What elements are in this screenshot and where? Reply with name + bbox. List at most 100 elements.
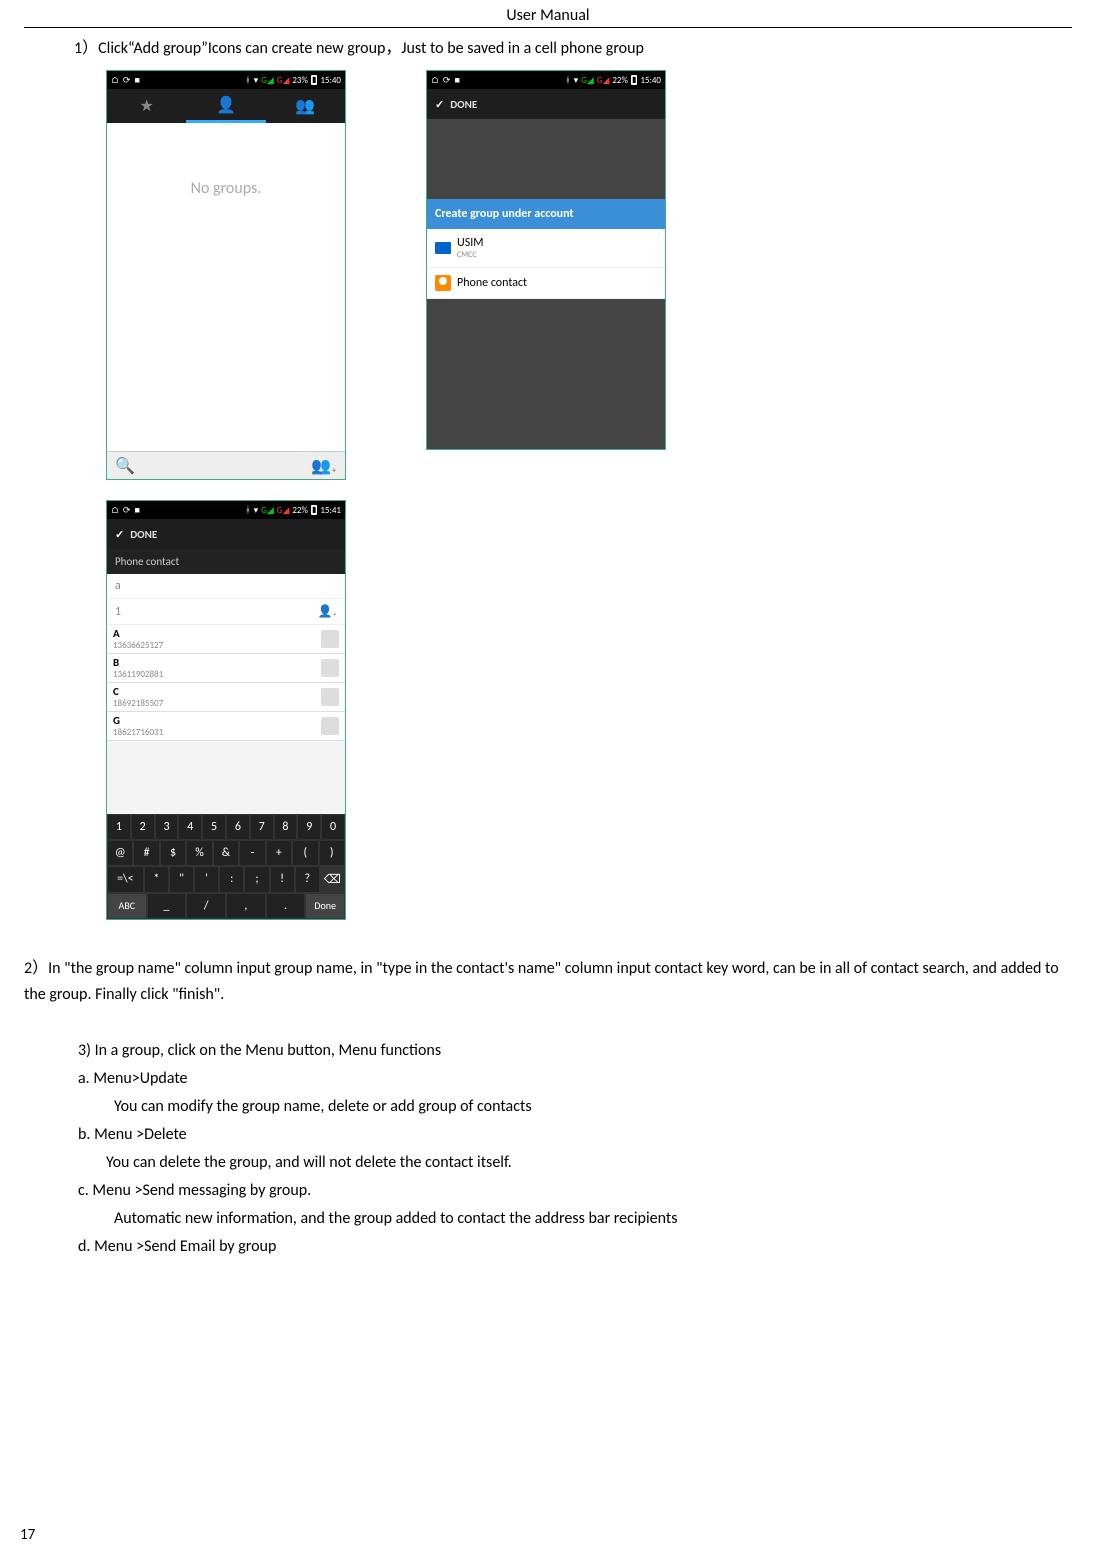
key[interactable]: "	[169, 866, 194, 893]
check-icon[interactable]: ✓	[435, 98, 444, 111]
key[interactable]: ;	[244, 866, 269, 893]
key[interactable]: 8	[274, 814, 298, 840]
key[interactable]: $	[160, 840, 186, 866]
key[interactable]: 1	[107, 814, 131, 840]
signal-icon: G◢	[261, 75, 274, 86]
done-button[interactable]: DONE	[450, 98, 477, 111]
key[interactable]: '	[194, 866, 219, 893]
no-groups-label: No groups.	[107, 123, 345, 198]
tab-contacts[interactable]: 👤	[186, 89, 265, 123]
key[interactable]: 7	[250, 814, 274, 840]
page-number: 17	[20, 1526, 35, 1544]
contact-row[interactable]: A13636625127	[107, 625, 345, 654]
check-icon[interactable]: ✓	[115, 528, 124, 541]
page-header: User Manual	[24, 0, 1072, 28]
tab-groups[interactable]: 👥	[266, 89, 345, 123]
key[interactable]: _	[147, 893, 187, 919]
key[interactable]: ABC	[107, 893, 147, 919]
avatar	[321, 630, 339, 648]
key[interactable]: 4	[178, 814, 202, 840]
key[interactable]: .	[266, 893, 306, 919]
key[interactable]: ,	[226, 893, 266, 919]
screenshot-add-contacts: ⌂⟳■ ᚼ▾ G◢G◢ 22% ▮ 15:41 ✓ DONE Phone con…	[106, 500, 346, 920]
contact-number: 13636625127	[113, 640, 163, 651]
keyboard: 1234567890 @#$%&-+() =\<*"':;!?⌫ ABC_/,.…	[107, 814, 345, 919]
star-icon: ★	[139, 96, 153, 116]
group-icon: 👥	[295, 96, 315, 116]
key[interactable]: #	[133, 840, 159, 866]
wifi-icon: ▾	[254, 75, 259, 86]
tab-favorites[interactable]: ★	[107, 89, 186, 123]
contact-number: 18621716031	[113, 727, 163, 738]
key[interactable]: ?	[295, 866, 320, 893]
contact-number: 18692185507	[113, 698, 163, 709]
status-bar: ⌂ ⟳ ■ ᚼ ▾ G◢ G◢ 23% ▮ 15:40	[107, 71, 345, 89]
clock: 15:40	[320, 75, 341, 86]
key[interactable]: 3	[155, 814, 179, 840]
modal-title: Create group under account	[427, 199, 665, 229]
add-group-icon[interactable]: 👥₊	[311, 456, 337, 476]
add-person-icon[interactable]: 👤₊	[318, 604, 337, 619]
contact-row[interactable]: B13611902881	[107, 654, 345, 683]
key[interactable]: %	[186, 840, 212, 866]
menu-a-title: a. Menu>Update	[78, 1065, 1060, 1093]
key[interactable]: (	[292, 840, 318, 866]
clock: 15:40	[640, 75, 661, 86]
key[interactable]: :	[219, 866, 244, 893]
key[interactable]: *	[144, 866, 169, 893]
contact-letter: B	[113, 656, 163, 669]
usim-label: USIM	[457, 236, 484, 250]
step-2-text: 2）In "the group name" column input group…	[24, 956, 1060, 1007]
phone-contact-label: Phone contact	[457, 276, 527, 290]
bluetooth-icon: ᚼ	[245, 75, 250, 86]
group-name-input[interactable]: a	[107, 574, 345, 599]
contact-row[interactable]: G18621716031	[107, 712, 345, 741]
menu-c-desc: Automatic new information, and the group…	[114, 1205, 1060, 1233]
clock: 15:41	[320, 505, 341, 516]
done-button[interactable]: DONE	[130, 528, 157, 541]
screenshot-no-groups: ⌂ ⟳ ■ ᚼ ▾ G◢ G◢ 23% ▮ 15:40 ★ 👤 👥	[106, 70, 346, 480]
cmcc-label: CMCC	[457, 250, 484, 260]
option-phone-contact[interactable]: Phone contact	[427, 268, 665, 299]
key[interactable]: !	[270, 866, 295, 893]
contact-icon	[435, 275, 451, 291]
status-bar: ⌂⟳■ ᚼ▾ G◢G◢ 22% ▮ 15:40	[427, 71, 665, 89]
key[interactable]: @	[107, 840, 133, 866]
key[interactable]: =\<	[107, 866, 144, 893]
screenshot-create-group: ⌂⟳■ ᚼ▾ G◢G◢ 22% ▮ 15:40 ✓ DONE Create gr…	[426, 70, 666, 450]
menu-c-title: c. Menu >Send messaging by group.	[78, 1177, 1060, 1205]
step-1-text: 1）Click“Add group”Icons can create new g…	[74, 34, 1060, 58]
key[interactable]: /	[186, 893, 226, 919]
menu-a-desc: You can modify the group name, delete or…	[114, 1093, 1060, 1121]
phone-contact-header: Phone contact	[107, 549, 345, 574]
key[interactable]: Done	[305, 893, 345, 919]
step-3-intro: 3) In a group, click on the Menu button,…	[78, 1037, 1060, 1065]
avatar	[321, 717, 339, 735]
home-icon: ⌂	[111, 75, 119, 86]
key[interactable]: )	[319, 840, 345, 866]
battery-percent: 23%	[292, 75, 308, 86]
avatar	[321, 659, 339, 677]
key[interactable]: 5	[202, 814, 226, 840]
key[interactable]: -	[239, 840, 265, 866]
contacts-list: A13636625127B13611902881C18692185507G186…	[107, 625, 345, 814]
contact-number: 13611902881	[113, 669, 163, 680]
option-usim[interactable]: USIM CMCC	[427, 229, 665, 268]
search-icon[interactable]: 🔍	[115, 456, 135, 476]
battery-icon: ▮	[311, 75, 317, 85]
key[interactable]: ⌫	[320, 866, 345, 893]
contact-row[interactable]: C18692185507	[107, 683, 345, 712]
contact-letter: A	[113, 627, 163, 640]
battery-percent: 22%	[612, 75, 628, 86]
sim-icon	[435, 242, 451, 254]
key[interactable]: 6	[226, 814, 250, 840]
key[interactable]: 2	[131, 814, 155, 840]
menu-b-desc: You can delete the group, and will not d…	[106, 1149, 1060, 1177]
signal-icon: G◢	[277, 75, 290, 86]
key[interactable]: &	[213, 840, 239, 866]
key[interactable]: +	[266, 840, 292, 866]
contact-search-input[interactable]: 1 👤₊	[107, 599, 345, 625]
contact-letter: G	[113, 714, 163, 727]
key[interactable]: 9	[297, 814, 321, 840]
key[interactable]: 0	[321, 814, 345, 840]
